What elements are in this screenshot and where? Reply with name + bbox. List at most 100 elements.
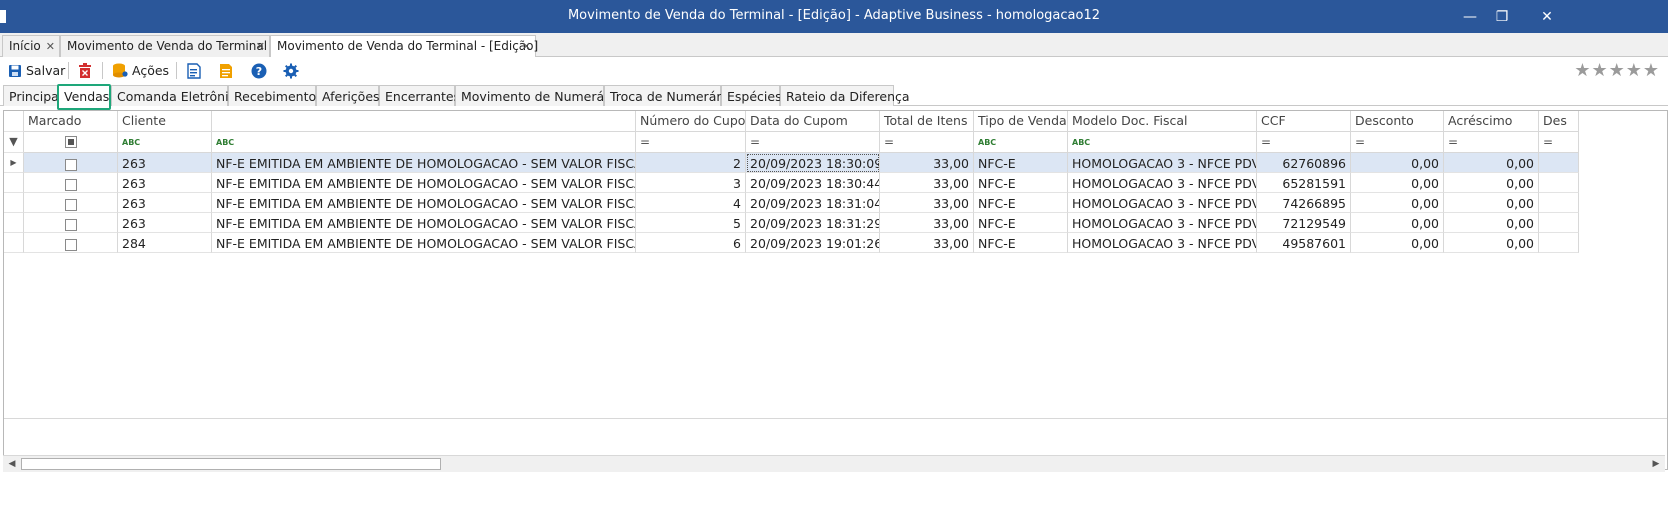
cell-numero-cupom[interactable]: 5 [636,213,746,233]
row-checkbox[interactable] [64,158,77,171]
document-button[interactable] [219,60,233,81]
column-header-des[interactable]: Des [1539,111,1579,132]
cell-total-itens[interactable]: 33,00 [880,193,974,213]
cell-numero-cupom[interactable]: 6 [636,233,746,253]
cell-des[interactable] [1539,213,1579,233]
cell-descricao[interactable]: NF-E EMITIDA EM AMBIENTE DE HOMOLOGACAO … [212,153,636,173]
column-header-ccf[interactable]: CCF [1257,111,1351,132]
cell-tipo-venda[interactable]: NFC-E [974,153,1068,173]
tab-encerrantes[interactable]: Encerrantes [379,85,460,106]
cell-acrescimo[interactable]: 0,00 [1444,193,1539,213]
cell-numero-cupom[interactable]: 2 [636,153,746,173]
close-window-button[interactable]: ✕ [1536,6,1558,28]
tab-comanda-eletronica[interactable]: Comanda Eletrônica [111,85,243,106]
filter-cell-ccf[interactable]: = [1257,132,1351,153]
cell-acrescimo[interactable]: 0,00 [1444,213,1539,233]
save-button[interactable]: Salvar [8,60,65,81]
column-header-descricao[interactable] [212,111,636,132]
row-checkbox[interactable] [64,238,77,251]
cell-acrescimo[interactable]: 0,00 [1444,153,1539,173]
cell-acrescimo[interactable]: 0,00 [1444,233,1539,253]
cell-descricao[interactable]: NF-E EMITIDA EM AMBIENTE DE HOMOLOGACAO … [212,213,636,233]
delete-button[interactable] [78,60,92,81]
column-header-total-itens[interactable]: Total de Itens [880,111,974,132]
horizontal-scrollbar[interactable]: ◀ ▶ [3,455,1665,472]
cell-modelo-doc-fiscal[interactable]: HOMOLOGACAO 3 - NFCE PDV [1068,153,1257,173]
cell-cliente[interactable]: 284 [118,233,212,253]
filter-cell-numero-cupom[interactable]: = [636,132,746,153]
cell-data-cupom[interactable]: 20/09/2023 18:30:09 [746,153,880,173]
column-header-data-cupom[interactable]: Data do Cupom [746,111,880,132]
cell-descricao[interactable]: NF-E EMITIDA EM AMBIENTE DE HOMOLOGACAO … [212,193,636,213]
cell-cliente[interactable]: 263 [118,213,212,233]
cell-cliente[interactable]: 263 [118,173,212,193]
actions-button[interactable]: Ações [112,60,169,81]
tab-movimento-numerario[interactable]: Movimento de Numerário [455,85,620,106]
scroll-right-icon[interactable]: ▶ [1649,457,1663,471]
cell-ccf[interactable]: 72129549 [1257,213,1351,233]
cell-data-cupom[interactable]: 20/09/2023 18:31:04 [746,193,880,213]
cell-data-cupom[interactable]: 20/09/2023 18:30:44 [746,173,880,193]
filter-cell-total-itens[interactable]: = [880,132,974,153]
cell-desconto[interactable]: 0,00 [1351,173,1444,193]
doc-tab-inicio[interactable]: Início ✕ [2,35,60,57]
cell-desconto[interactable]: 0,00 [1351,153,1444,173]
cell-total-itens[interactable]: 33,00 [880,153,974,173]
cell-modelo-doc-fiscal[interactable]: HOMOLOGACAO 3 - NFCE PDV [1068,173,1257,193]
filter-cell-acrescimo[interactable]: = [1444,132,1539,153]
row-indicator[interactable] [4,173,24,193]
cell-total-itens[interactable]: 33,00 [880,173,974,193]
close-tab-icon[interactable]: ✕ [522,40,531,53]
cell-total-itens[interactable]: 33,00 [880,213,974,233]
row-indicator[interactable] [4,193,24,213]
tab-rateio-diferenca[interactable]: Rateio da Diferença [780,85,910,106]
cell-tipo-venda[interactable]: NFC-E [974,193,1068,213]
cell-data-cupom[interactable]: 20/09/2023 18:31:29 [746,213,880,233]
cell-marcado[interactable] [24,173,118,193]
cell-modelo-doc-fiscal[interactable]: HOMOLOGACAO 3 - NFCE PDV [1068,233,1257,253]
filter-cell-cliente[interactable]: ABC [118,132,212,153]
cell-modelo-doc-fiscal[interactable]: HOMOLOGACAO 3 - NFCE PDV [1068,213,1257,233]
tab-vendas[interactable]: Vendas [57,84,111,110]
column-header-modelo-doc-fiscal[interactable]: Modelo Doc. Fiscal [1068,111,1257,132]
column-header-desconto[interactable]: Desconto [1351,111,1444,132]
cell-marcado[interactable] [24,153,118,173]
tab-recebimentos[interactable]: Recebimentos [228,85,323,106]
filter-cell-desconto[interactable]: = [1351,132,1444,153]
filter-cell-modelo-doc-fiscal[interactable]: ABC [1068,132,1257,153]
column-header-numero-cupom[interactable]: Número do Cupom [636,111,746,132]
settings-button[interactable] [283,60,299,81]
cell-des[interactable] [1539,153,1579,173]
cell-desconto[interactable]: 0,00 [1351,193,1444,213]
cell-desconto[interactable]: 0,00 [1351,213,1444,233]
report-button[interactable] [187,60,201,81]
cell-descricao[interactable]: NF-E EMITIDA EM AMBIENTE DE HOMOLOGACAO … [212,233,636,253]
cell-tipo-venda[interactable]: NFC-E [974,173,1068,193]
cell-ccf[interactable]: 65281591 [1257,173,1351,193]
filter-cell-des[interactable]: = [1539,132,1579,153]
cell-desconto[interactable]: 0,00 [1351,233,1444,253]
row-indicator[interactable]: ▶ [4,153,24,173]
help-button[interactable]: ? [251,60,267,81]
cell-numero-cupom[interactable]: 4 [636,193,746,213]
cell-ccf[interactable]: 74266895 [1257,193,1351,213]
row-checkbox[interactable] [64,218,77,231]
cell-tipo-venda[interactable]: NFC-E [974,233,1068,253]
cell-des[interactable] [1539,173,1579,193]
column-header-acrescimo[interactable]: Acréscimo [1444,111,1539,132]
maximize-button[interactable]: ❐ [1491,6,1513,28]
cell-marcado[interactable] [24,213,118,233]
cell-marcado[interactable] [24,193,118,213]
filter-cell-marcado[interactable] [24,132,118,153]
cell-marcado[interactable] [24,233,118,253]
cell-tipo-venda[interactable]: NFC-E [974,213,1068,233]
cell-modelo-doc-fiscal[interactable]: HOMOLOGACAO 3 - NFCE PDV [1068,193,1257,213]
cell-des[interactable] [1539,233,1579,253]
scroll-left-icon[interactable]: ◀ [5,457,19,471]
close-tab-icon[interactable]: ✕ [256,40,265,53]
column-header-tipo-venda[interactable]: Tipo de Venda [974,111,1068,132]
row-indicator[interactable] [4,233,24,253]
cell-numero-cupom[interactable]: 3 [636,173,746,193]
filter-cell-descricao[interactable]: ABC [212,132,636,153]
cell-data-cupom[interactable]: 20/09/2023 19:01:26 [746,233,880,253]
